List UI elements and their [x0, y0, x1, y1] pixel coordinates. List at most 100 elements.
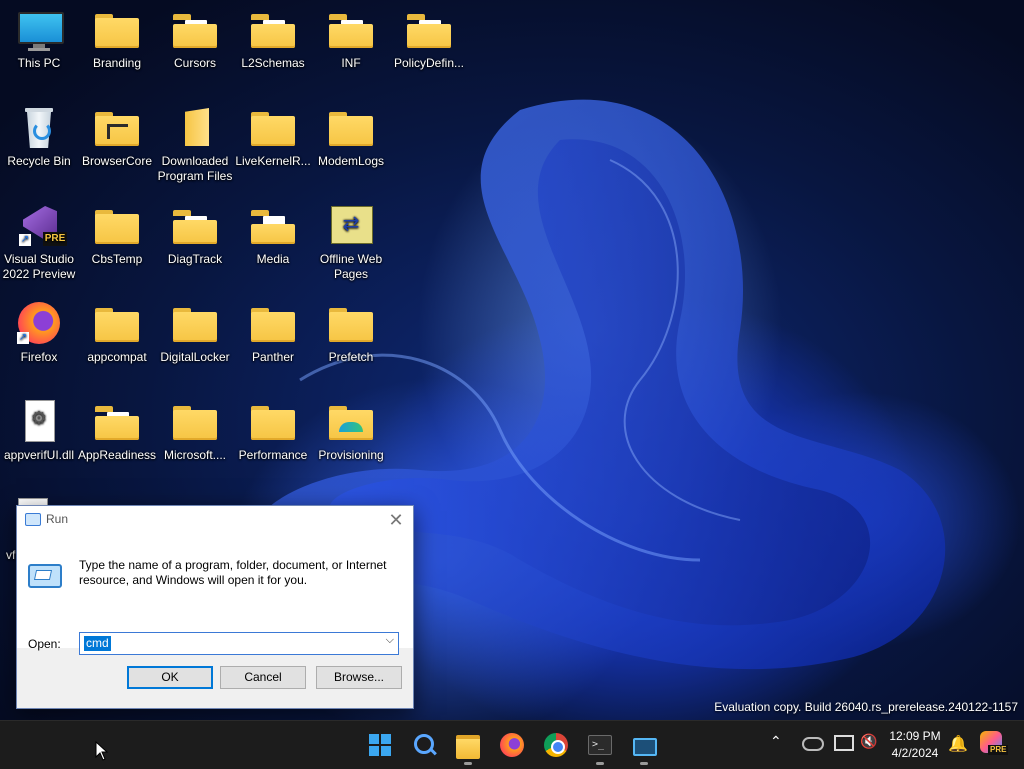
desktop-icon-panther[interactable]: Panther: [234, 302, 312, 365]
desktop-icon-label: Provisioning: [318, 448, 384, 462]
run-program-icon: [28, 564, 62, 588]
cancel-button[interactable]: Cancel: [220, 666, 306, 689]
desktop-icon-cursors[interactable]: Cursors: [156, 8, 234, 71]
desktop-icon-microsoft[interactable]: Microsoft....: [156, 400, 234, 463]
run-icon: [25, 513, 41, 526]
desktop-icon-label: Microsoft....: [163, 448, 226, 462]
desktop-icon-label: LiveKernelR...: [235, 154, 311, 168]
taskbar: >_ ⌃ 🔇 12:09 PM 4/2/2024 🔔 PRE: [0, 720, 1024, 769]
offline-web-pages-icon: ⇄: [327, 204, 375, 248]
terminal-taskbar-button[interactable]: >_: [584, 729, 616, 765]
desktop-icon-appcompat[interactable]: appcompat: [78, 302, 156, 365]
chrome-taskbar-button[interactable]: [540, 729, 572, 761]
desktop-icon-appreadiness[interactable]: AppReadiness: [78, 400, 156, 463]
clock-time[interactable]: 12:09 PM: [886, 729, 944, 743]
desktop-icon-label: Branding: [92, 56, 142, 70]
desktop-icon-performance[interactable]: Performance: [234, 400, 312, 463]
desktop-icon-modemlogs[interactable]: ModemLogs: [312, 106, 390, 169]
folder-icon: [93, 302, 141, 346]
desktop-icon-label: appcompat: [87, 350, 147, 364]
folder-icon: [171, 106, 219, 150]
run-dialog: Run ✕ Type the name of a program, folder…: [16, 505, 414, 709]
start-button[interactable]: [364, 729, 396, 761]
dll-file-icon: ⚙: [15, 400, 63, 444]
folder-icon: [171, 8, 219, 52]
desktop-icon-l2schemas[interactable]: L2Schemas: [234, 8, 312, 71]
file-explorer-icon: [456, 735, 480, 759]
folder-icon: [327, 400, 375, 444]
desktop-icon-livekernelreports[interactable]: LiveKernelR...: [234, 106, 312, 169]
dialog-title: Run: [46, 512, 69, 526]
network-icon[interactable]: [834, 735, 854, 751]
onedrive-cloud-icon[interactable]: [802, 737, 824, 751]
firefox-taskbar-button[interactable]: [496, 729, 528, 761]
shortcut-arrow-icon: ↗: [19, 234, 31, 246]
desktop-icon-label: Prefetch: [328, 350, 374, 364]
clock-date[interactable]: 4/2/2024: [886, 746, 944, 760]
desktop-icon-label: Firefox: [20, 350, 58, 364]
start-icon: [369, 734, 391, 756]
desktop-icon-label: DiagTrack: [167, 252, 223, 266]
desktop-icon-inf[interactable]: INF: [312, 8, 390, 71]
desktop-icon-provisioning[interactable]: Provisioning: [312, 400, 390, 463]
desktop-icon-prefetch[interactable]: Prefetch: [312, 302, 390, 365]
volume-muted-icon[interactable]: 🔇: [860, 733, 877, 750]
chevron-up-icon[interactable]: ⌃: [770, 733, 782, 750]
browse-button[interactable]: Browse...: [316, 666, 402, 689]
desktop-icon-policydefinitions[interactable]: PolicyDefin...: [390, 8, 468, 71]
file-explorer-button[interactable]: [452, 729, 484, 765]
notification-bell-icon[interactable]: 🔔: [948, 734, 968, 754]
open-combobox[interactable]: cmd ⌵: [79, 632, 399, 655]
desktop-icon-browsercore[interactable]: BrowserCore: [78, 106, 156, 169]
visual-studio-icon: PRE ↗: [15, 204, 67, 248]
chevron-down-icon[interactable]: ⌵: [386, 634, 394, 647]
desktop-icon-label: CbsTemp: [91, 252, 143, 266]
shortcut-arrow-icon: ↗: [17, 332, 29, 344]
run-icon: [633, 738, 657, 756]
run-taskbar-button[interactable]: [628, 729, 660, 765]
desktop-icon-recycle-bin[interactable]: Recycle Bin: [0, 106, 78, 169]
desktop-icon-label: Recycle Bin: [7, 154, 71, 168]
desktop-icon-digitallocker[interactable]: DigitalLocker: [156, 302, 234, 365]
desktop-icon-firefox[interactable]: ↗ Firefox: [0, 302, 78, 365]
desktop-icon-label: ModemLogs: [317, 154, 385, 168]
desktop-icon-downloaded-program-files[interactable]: Downloaded Program Files: [156, 106, 234, 184]
desktop-icon-label: INF: [341, 56, 361, 70]
desktop-icon-label: PolicyDefin...: [393, 56, 465, 70]
ok-button[interactable]: OK: [127, 666, 213, 689]
desktop-icon-label: L2Schemas: [241, 56, 305, 70]
folder-icon: [249, 204, 297, 248]
folder-icon: [249, 106, 297, 150]
folder-icon: [327, 302, 375, 346]
desktop-icon-label: Cursors: [173, 56, 216, 70]
folder-icon: [93, 400, 141, 444]
desktop-icon-media[interactable]: Media: [234, 204, 312, 267]
desktop-icon-branding[interactable]: Branding: [78, 8, 156, 71]
desktop-icon-label: DigitalLocker: [160, 350, 230, 364]
desktop-icon-label: AppReadiness: [78, 448, 157, 462]
dialog-body: Type the name of a program, folder, docu…: [17, 534, 413, 655]
close-button[interactable]: ✕: [385, 509, 407, 531]
desktop-icon-this-pc[interactable]: This PC: [0, 8, 78, 71]
evaluation-watermark: Evaluation copy. Build 26040.rs_prerelea…: [714, 700, 1018, 714]
desktop-icon-offline-web-pages[interactable]: ⇄ Offline Web Pages: [312, 204, 390, 282]
desktop-icon-appverifui-dll[interactable]: ⚙ appverifUI.dll: [0, 400, 78, 463]
desktop-icon-label: Offline Web Pages: [319, 252, 383, 281]
desktop-icon-label: Performance: [238, 448, 308, 462]
open-label: Open:: [28, 637, 61, 651]
open-input-value[interactable]: cmd: [84, 636, 111, 651]
copilot-icon[interactable]: PRE: [980, 731, 1009, 757]
folder-icon: [171, 400, 219, 444]
dialog-title-bar[interactable]: Run ✕: [17, 506, 413, 534]
folder-icon: [171, 204, 219, 248]
mouse-cursor-icon: [95, 741, 109, 761]
desktop-icon-cbstemp[interactable]: CbsTemp: [78, 204, 156, 267]
folder-icon: [93, 8, 141, 52]
desktop-icon-diagtrack[interactable]: DiagTrack: [156, 204, 234, 267]
folder-icon: [249, 302, 297, 346]
folder-icon: [327, 106, 375, 150]
desktop-icon-label: Downloaded Program Files: [157, 154, 233, 183]
folder-icon: [93, 106, 141, 150]
search-button[interactable]: [408, 729, 440, 761]
desktop-icon-visual-studio[interactable]: PRE ↗ Visual Studio 2022 Preview: [0, 204, 78, 282]
